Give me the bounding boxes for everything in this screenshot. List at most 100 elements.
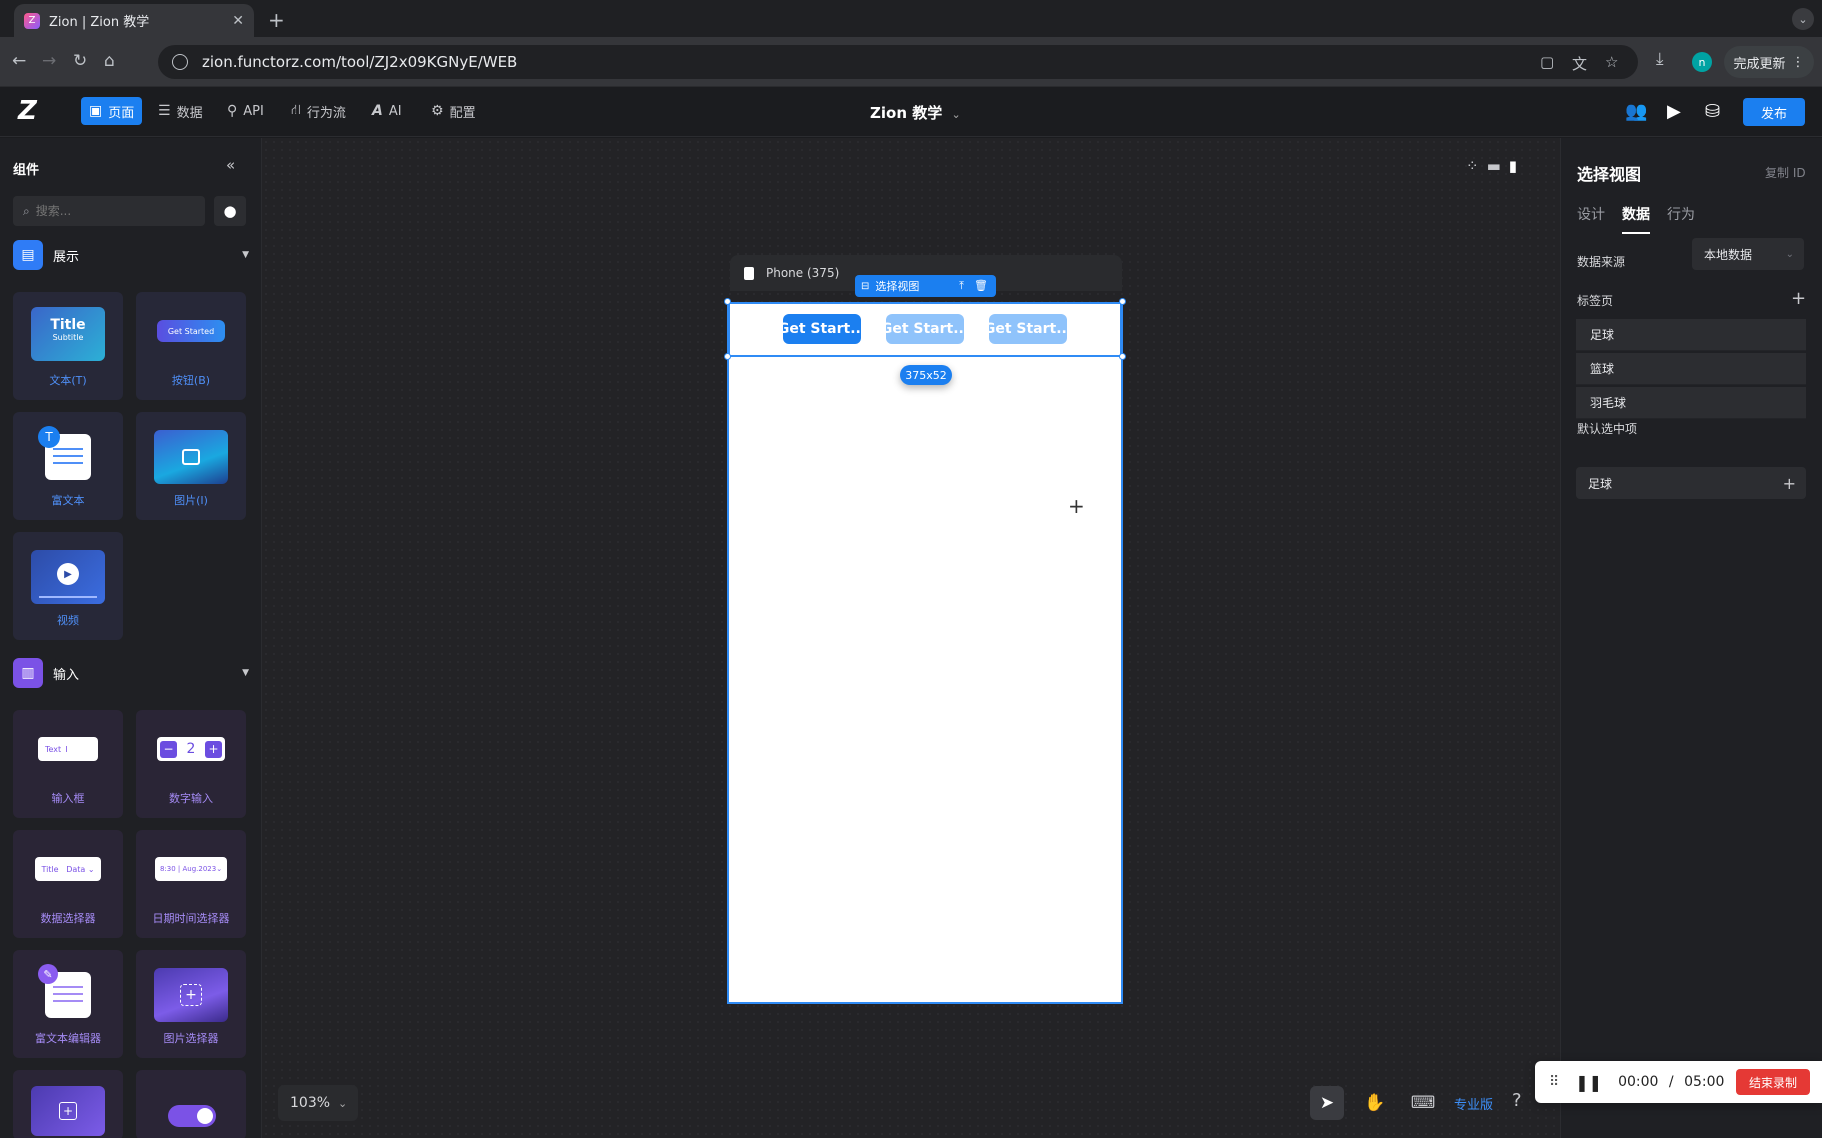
browser-tab-title: Zion | Zion 教学 <box>49 15 150 30</box>
reload-icon[interactable]: ↻ <box>73 51 87 71</box>
component-label: 视频 <box>57 614 79 627</box>
download-icon[interactable]: ⤓ <box>1656 49 1664 69</box>
component-video-picker[interactable]: + <box>13 1070 123 1138</box>
component-label: 数据选择器 <box>40 912 96 925</box>
search-icon: ⌕ <box>23 203 30 218</box>
profile-avatar[interactable]: n <box>1692 52 1712 72</box>
browser-tab[interactable]: Z Zion | Zion 教学 ✕ <box>14 4 254 37</box>
gear-icon: ⚙ <box>431 103 444 119</box>
tab-button[interactable]: Get Start... <box>886 314 964 344</box>
panel-title: 组件 <box>13 163 40 178</box>
tablet-icon[interactable]: ▬ <box>1487 157 1501 183</box>
tabs-label: 标签页 <box>1577 294 1614 308</box>
forward-icon[interactable]: → <box>42 51 56 71</box>
component-switch[interactable] <box>136 1070 246 1138</box>
nav-data[interactable]: ☰ 数据 <box>150 97 211 125</box>
drag-handle-icon[interactable]: ⠿ <box>1549 1074 1559 1090</box>
phone-icon[interactable]: ▮ <box>1509 157 1517 183</box>
component-video[interactable]: ▶ 视频 <box>13 532 123 640</box>
component-data-picker[interactable]: Title Data ⌄ 数据选择器 <box>13 830 123 938</box>
resize-handle-sw[interactable] <box>724 353 731 360</box>
component-rich-text[interactable]: T 富文本 <box>13 412 123 520</box>
publish-button[interactable]: 发布 <box>1743 98 1805 126</box>
new-tab-icon[interactable]: + <box>268 8 285 32</box>
section-input[interactable]: ▥ 输入 ▼ <box>13 658 249 688</box>
component-search-input[interactable] <box>35 204 186 218</box>
browser-toolbar: ← → ↻ ⌂ zion.functorz.com/tool/ZJ2x09KGN… <box>0 37 1822 87</box>
default-selected-label: 默认选中项 <box>1577 422 1638 436</box>
translate-icon[interactable]: 文 <box>1572 53 1587 74</box>
add-image-icon: + <box>180 984 202 1006</box>
pro-version-link[interactable]: 专业版 <box>1454 1094 1493 1113</box>
zoom-control[interactable]: 103% ⌄ <box>278 1085 358 1121</box>
nav-api[interactable]: ⚲ API <box>219 97 272 125</box>
tab-item[interactable]: 足球 <box>1576 319 1806 351</box>
components-panel: 组件 « ⌕ ● ▤ 展示 ▼ Title Subtitle 文本(T) Get… <box>0 138 262 1138</box>
component-button[interactable]: Get Started 按钮(B) <box>136 292 246 400</box>
chevron-down-icon: ⌄ <box>951 108 961 121</box>
section-display[interactable]: ▤ 展示 ▼ <box>13 240 249 270</box>
clipboard-icon[interactable]: ▢ <box>1540 53 1554 71</box>
help-icon[interactable]: ? <box>1512 1090 1522 1111</box>
default-selected-field[interactable]: 足球 + <box>1576 467 1806 499</box>
move-to-top-icon[interactable]: ⤒ <box>959 279 964 293</box>
screen-recorder: ⠿ ❚❚ 00:00 / 05:00 结束录制 <box>1535 1061 1822 1103</box>
update-button[interactable]: 完成更新 ⋮ <box>1724 46 1814 78</box>
select-pointer-icon[interactable]: ➤ <box>1310 1086 1344 1120</box>
selection-toolbar[interactable]: ⊟ 选择视图 ⤒ 🗑 <box>855 275 996 297</box>
site-info-icon[interactable] <box>172 54 188 70</box>
nav-pages[interactable]: ▣ 页面 <box>81 97 143 125</box>
delete-icon[interactable]: 🗑 <box>974 279 988 293</box>
recording-time: 00:00 / 05:00 <box>1618 1074 1725 1090</box>
stop-recording-button[interactable]: 结束录制 <box>1736 1069 1810 1095</box>
back-icon[interactable]: ← <box>12 51 26 71</box>
component-label: 日期时间选择器 <box>152 912 230 925</box>
tab-data[interactable]: 数据 <box>1622 204 1650 234</box>
pause-icon[interactable]: ❚❚ <box>1575 1073 1602 1092</box>
keyboard-icon[interactable]: ⌨ <box>1406 1086 1440 1120</box>
component-number-input[interactable]: − 2 + 数字输入 <box>136 710 246 818</box>
collapse-panel-icon[interactable]: « <box>226 156 235 174</box>
component-rich-text-editor[interactable]: ✎ 富文本编辑器 <box>13 950 123 1058</box>
phone-frame[interactable] <box>727 302 1123 1004</box>
close-tab-icon[interactable]: ✕ <box>232 13 244 29</box>
tab-item[interactable]: 篮球 <box>1576 353 1806 385</box>
preview-play-icon[interactable]: ▶ <box>1667 101 1681 122</box>
resize-handle-ne[interactable] <box>1119 298 1126 305</box>
address-bar[interactable]: zion.functorz.com/tool/ZJ2x09KGNyE/WEB ▢… <box>158 45 1638 79</box>
tab-item[interactable]: 羽毛球 <box>1576 387 1806 419</box>
nav-ai[interactable]: A AI <box>364 97 410 125</box>
add-icon[interactable]: + <box>1783 474 1796 493</box>
tab-design[interactable]: 设计 <box>1577 204 1605 224</box>
grid-view-icon[interactable]: ⁘ <box>1466 157 1479 183</box>
component-image[interactable]: 图片(I) <box>136 412 246 520</box>
tab-search-chevron-icon[interactable]: ⌄ <box>1792 8 1814 30</box>
nav-config[interactable]: ⚙ 配置 <box>423 97 484 125</box>
zion-logo-icon[interactable]: Z <box>18 97 46 125</box>
flow-icon: ⛙ <box>291 102 301 118</box>
resize-handle-nw[interactable] <box>724 298 731 305</box>
component-text[interactable]: Title Subtitle 文本(T) <box>13 292 123 400</box>
hand-pan-icon[interactable]: ✋ <box>1358 1086 1392 1120</box>
bookmark-star-icon[interactable]: ☆ <box>1605 53 1618 71</box>
tab-behavior[interactable]: 行为 <box>1667 204 1695 224</box>
api-icon: ⚲ <box>227 103 238 119</box>
tab-button-active[interactable]: Get Start... <box>783 314 861 344</box>
data-source-label: 数据来源 <box>1577 255 1626 269</box>
collaborators-icon[interactable]: 👥 <box>1625 101 1647 122</box>
github-icon[interactable]: ● <box>214 196 246 226</box>
database-settings-icon[interactable]: ⛁ <box>1705 101 1720 122</box>
component-image-picker[interactable]: + 图片选择器 <box>136 950 246 1058</box>
toggle-switch-icon <box>168 1105 216 1127</box>
data-source-select[interactable]: 本地数据 ⌄ <box>1692 238 1804 270</box>
tab-button[interactable]: Get Start... <box>989 314 1067 344</box>
nav-flow[interactable]: ⛙ 行为流 <box>283 97 354 125</box>
home-icon[interactable]: ⌂ <box>104 51 115 71</box>
component-input[interactable]: Text I 输入框 <box>13 710 123 818</box>
component-datetime-picker[interactable]: 8:30 | Aug.2023 ⌄ 日期时间选择器 <box>136 830 246 938</box>
copy-id-button[interactable]: 复制 ID <box>1765 164 1806 181</box>
project-name-dropdown[interactable]: Zion 教学 ⌄ <box>870 102 961 123</box>
resize-handle-se[interactable] <box>1119 353 1126 360</box>
search-box[interactable]: ⌕ <box>13 196 205 226</box>
add-tab-icon[interactable]: + <box>1791 288 1806 309</box>
